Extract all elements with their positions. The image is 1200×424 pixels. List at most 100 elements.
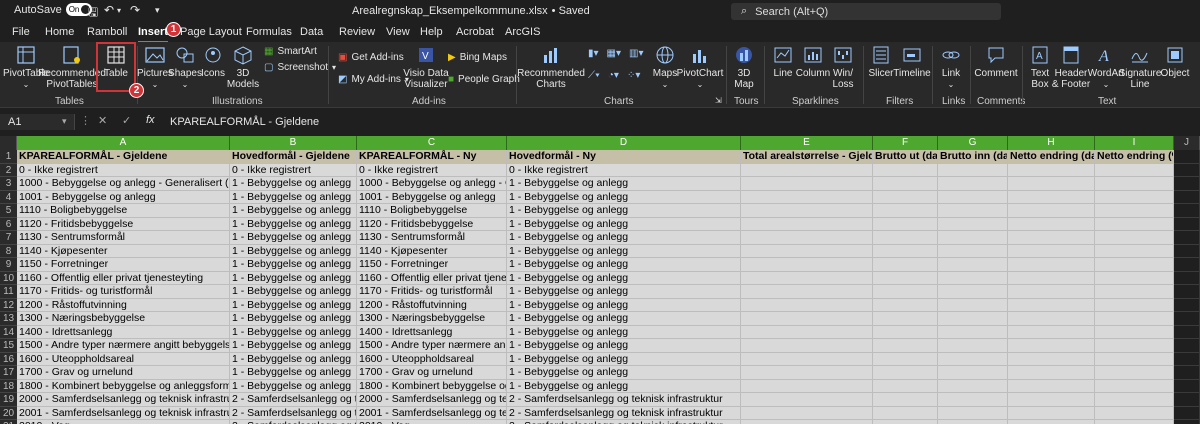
- table-cell[interactable]: [1008, 217, 1095, 231]
- table-cell[interactable]: [1174, 420, 1200, 424]
- table-cell[interactable]: 1 - Bebyggelse og anlegg: [507, 217, 741, 231]
- table-cell[interactable]: [1174, 366, 1200, 380]
- table-cell[interactable]: 2001 - Samferdselsanlegg og teknisk infr…: [357, 406, 507, 420]
- table-cell[interactable]: [741, 258, 873, 272]
- table-cell[interactable]: 1 - Bebyggelse og anlegg: [230, 244, 357, 258]
- tab-ramboll[interactable]: Ramboll: [87, 26, 127, 38]
- table-cell[interactable]: [1095, 420, 1174, 424]
- sparkline-winloss-button[interactable]: Win/ Loss: [830, 44, 856, 90]
- table-cell[interactable]: 1 - Bebyggelse og anlegg: [230, 312, 357, 326]
- row-header[interactable]: 19: [0, 393, 17, 407]
- table-cell[interactable]: [1008, 258, 1095, 272]
- row-header[interactable]: 2: [0, 163, 17, 177]
- table-cell[interactable]: 1 - Bebyggelse og anlegg: [507, 258, 741, 272]
- table-cell[interactable]: [1174, 217, 1200, 231]
- scatter-chart-icon[interactable]: ⁘▾: [627, 70, 640, 81]
- table-cell[interactable]: [741, 339, 873, 353]
- table-cell[interactable]: 1300 - Næringsbebyggelse: [357, 312, 507, 326]
- table-cell[interactable]: [1095, 204, 1174, 218]
- save-icon[interactable]: 🖫: [88, 3, 98, 24]
- table-cell[interactable]: [938, 258, 1008, 272]
- table-cell[interactable]: [1095, 285, 1174, 299]
- tab-home[interactable]: Home: [45, 26, 74, 38]
- table-cell[interactable]: [873, 379, 938, 393]
- table-cell[interactable]: 2 - Samferdselsanlegg og teknisk infrast…: [507, 393, 741, 407]
- table-cell[interactable]: 1140 - Kjøpesenter: [17, 244, 230, 258]
- sparkline-column-button[interactable]: Column: [796, 44, 830, 79]
- table-cell[interactable]: [1095, 406, 1174, 420]
- table-cell[interactable]: [938, 366, 1008, 380]
- table-cell[interactable]: [1008, 339, 1095, 353]
- table-cell[interactable]: [1008, 298, 1095, 312]
- header-cell[interactable]: Hovedformål - Ny: [507, 150, 741, 164]
- table-cell[interactable]: 0 - Ikke registrert: [357, 163, 507, 177]
- table-cell[interactable]: [938, 379, 1008, 393]
- table-cell[interactable]: [1008, 177, 1095, 191]
- shapes-button[interactable]: Shapes ⌄: [168, 44, 202, 90]
- row-header[interactable]: 1: [0, 150, 17, 164]
- column-chart-icon[interactable]: ▮▾: [588, 48, 599, 59]
- autosave-control[interactable]: AutoSave On: [14, 3, 92, 16]
- textbox-button[interactable]: A Text Box: [1028, 44, 1052, 90]
- row-header[interactable]: 6: [0, 217, 17, 231]
- table-cell[interactable]: [741, 204, 873, 218]
- table-cell[interactable]: [1174, 393, 1200, 407]
- redo-icon[interactable]: ↷: [130, 3, 140, 17]
- select-all-corner[interactable]: [0, 136, 17, 150]
- tab-data[interactable]: Data: [300, 26, 323, 38]
- row-header[interactable]: 17: [0, 366, 17, 380]
- table-cell[interactable]: [741, 420, 873, 424]
- visio-data-visualizer-button[interactable]: V Visio Data Visualizer: [403, 44, 449, 90]
- table-cell[interactable]: [873, 190, 938, 204]
- table-cell[interactable]: [741, 177, 873, 191]
- table-cell[interactable]: 1 - Bebyggelse og anlegg: [507, 204, 741, 218]
- table-cell[interactable]: 1 - Bebyggelse og anlegg: [230, 204, 357, 218]
- row-header[interactable]: 15: [0, 339, 17, 353]
- insert-function-icon[interactable]: fx: [146, 114, 155, 126]
- undo-icon[interactable]: ↶: [104, 3, 114, 17]
- table-cell[interactable]: 1001 - Bebyggelse og anlegg: [357, 190, 507, 204]
- table-cell[interactable]: [938, 244, 1008, 258]
- table-cell[interactable]: 0 - Ikke registrert: [230, 163, 357, 177]
- row-header[interactable]: 21: [0, 420, 17, 424]
- smartart-button[interactable]: ▦ SmartArt: [264, 46, 317, 57]
- table-cell[interactable]: 1 - Bebyggelse og anlegg: [507, 285, 741, 299]
- tab-review[interactable]: Review: [339, 26, 375, 38]
- table-cell[interactable]: 1150 - Forretninger: [357, 258, 507, 272]
- table-cell[interactable]: 1500 - Andre typer nærmere angitt bebygg…: [357, 339, 507, 353]
- icons-button[interactable]: Icons: [201, 44, 225, 79]
- column-header-j[interactable]: J: [1174, 136, 1200, 150]
- table-cell[interactable]: [1008, 379, 1095, 393]
- enter-icon[interactable]: ✓: [122, 114, 131, 127]
- table-cell[interactable]: [873, 325, 938, 339]
- table-cell[interactable]: [1095, 231, 1174, 245]
- table-cell[interactable]: [741, 231, 873, 245]
- column-header-b[interactable]: B: [230, 136, 357, 150]
- pie-chart-icon[interactable]: ◔▾: [608, 70, 619, 81]
- table-cell[interactable]: 1 - Bebyggelse og anlegg: [230, 352, 357, 366]
- table-cell[interactable]: 1 - Bebyggelse og anlegg: [230, 379, 357, 393]
- table-cell[interactable]: [1095, 163, 1174, 177]
- tab-file[interactable]: File: [12, 26, 30, 38]
- table-cell[interactable]: [873, 231, 938, 245]
- table-cell[interactable]: 1120 - Fritidsbebyggelse: [357, 217, 507, 231]
- line-chart-icon[interactable]: ⟋▾: [588, 70, 600, 81]
- table-cell[interactable]: [873, 163, 938, 177]
- table-cell[interactable]: [873, 366, 938, 380]
- table-cell[interactable]: [1008, 244, 1095, 258]
- table-cell[interactable]: [741, 298, 873, 312]
- table-cell[interactable]: [1095, 217, 1174, 231]
- table-cell[interactable]: [1174, 163, 1200, 177]
- table-cell[interactable]: 1 - Bebyggelse og anlegg: [230, 258, 357, 272]
- tab-view[interactable]: View: [386, 26, 410, 38]
- column-header-h[interactable]: H: [1008, 136, 1095, 150]
- table-cell[interactable]: [741, 393, 873, 407]
- table-cell[interactable]: 0 - Ikke registrert: [17, 163, 230, 177]
- table-cell[interactable]: [938, 271, 1008, 285]
- cancel-icon[interactable]: ✕: [98, 114, 107, 127]
- formula-input[interactable]: KPAREALFORMÅL - Gjeldene: [170, 116, 319, 128]
- table-cell[interactable]: [1008, 352, 1095, 366]
- table-cell[interactable]: 1 - Bebyggelse og anlegg: [507, 271, 741, 285]
- table-cell[interactable]: [1008, 285, 1095, 299]
- customize-toolbar-icon[interactable]: ▾: [155, 5, 160, 16]
